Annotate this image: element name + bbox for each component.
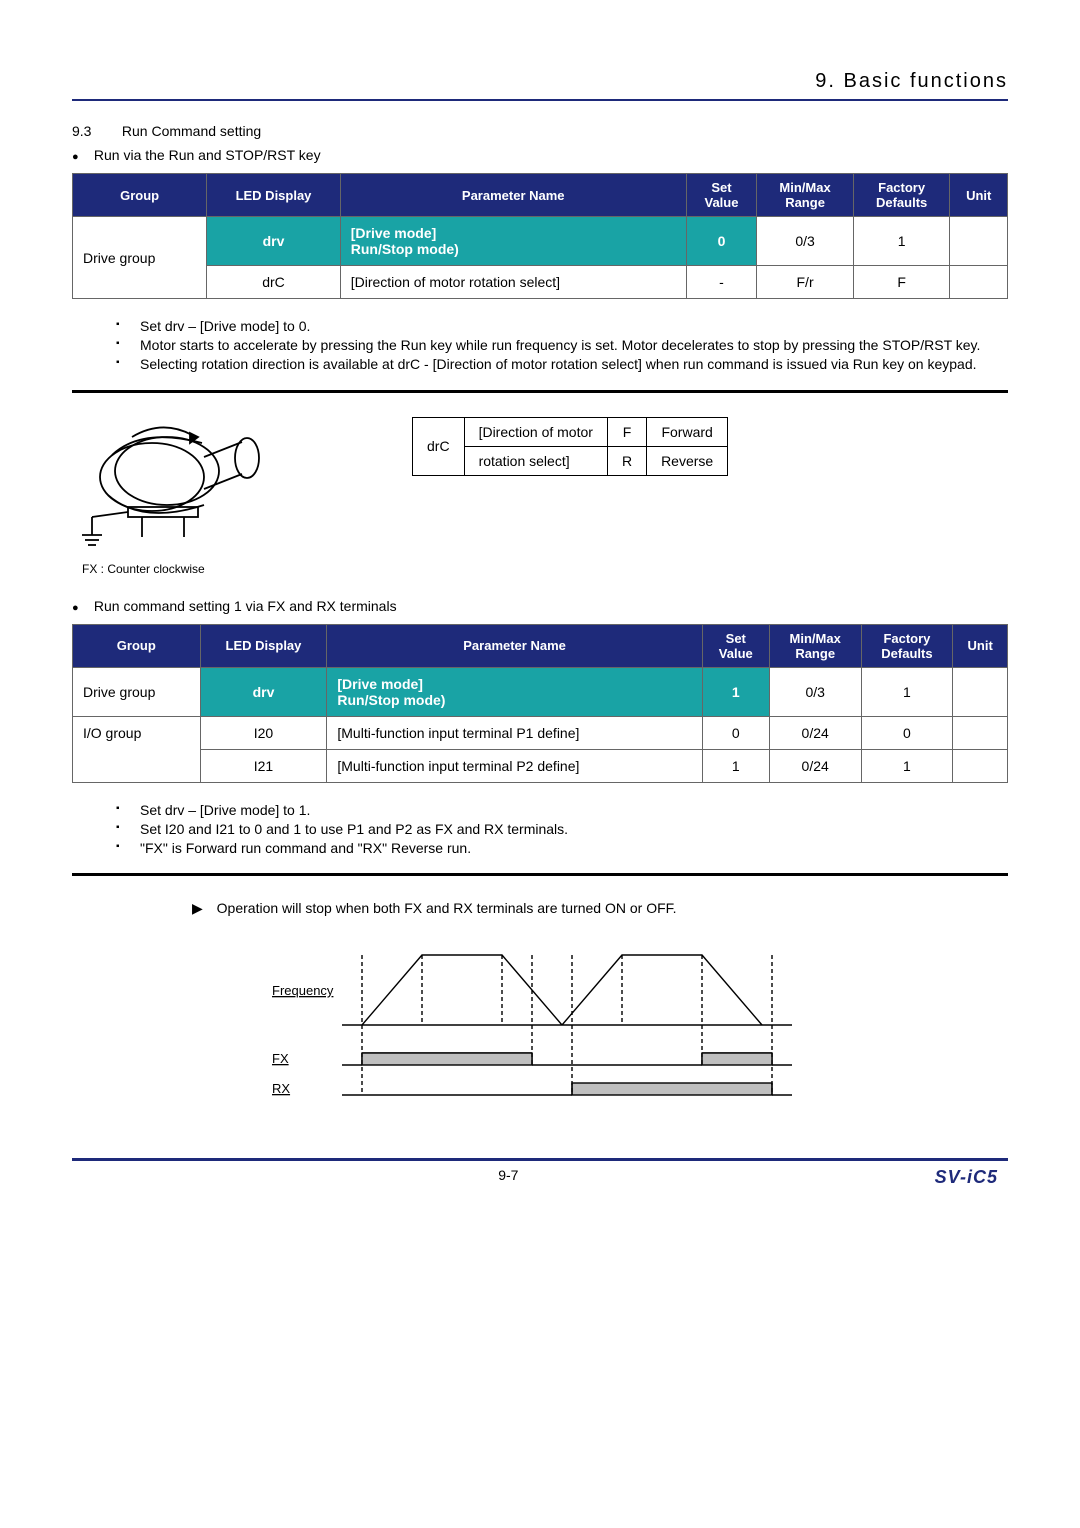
- bullet-fx-rx: ● Run command setting 1 via FX and RX te…: [72, 598, 1008, 614]
- list-item: Motor starts to accelerate by pressing t…: [112, 336, 1008, 354]
- th-unit: Unit: [953, 624, 1008, 667]
- label-fx: FX: [272, 1051, 289, 1066]
- cell-group: Drive group: [73, 667, 201, 716]
- cell-def: 0: [861, 716, 953, 749]
- th-set: Set Value: [686, 174, 757, 217]
- drc-table: drC [Direction of motor F Forward rotati…: [412, 417, 728, 476]
- footer-divider: [72, 1158, 1008, 1161]
- drc-desc-2: rotation select]: [464, 446, 607, 475]
- notes-list-1: Set drv – [Drive mode] to 0. Motor start…: [112, 317, 1008, 374]
- cell-param: [Multi-function input terminal P2 define…: [327, 749, 702, 782]
- cell-range: F/r: [757, 266, 854, 299]
- motor-figure: FX : Counter clockwise: [72, 407, 332, 576]
- cell-set: 0: [686, 217, 757, 266]
- th-range: Min/Max Range: [757, 174, 854, 217]
- model-name: SV-iC5: [935, 1167, 998, 1188]
- cell-set: 1: [702, 667, 769, 716]
- cell-def: F: [853, 266, 950, 299]
- th-group: Group: [73, 624, 201, 667]
- cell-param: [Multi-function input terminal P1 define…: [327, 716, 702, 749]
- th-unit: Unit: [950, 174, 1008, 217]
- th-def: Factory Defaults: [853, 174, 950, 217]
- list-item: Set drv – [Drive mode] to 1.: [112, 801, 1008, 819]
- cell-group: Drive group: [73, 217, 207, 299]
- drc-r: R: [607, 446, 646, 475]
- list-item: Set I20 and I21 to 0 and 1 to use P1 and…: [112, 820, 1008, 838]
- label-frequency: Frequency: [272, 983, 334, 998]
- bullet-text: Run command setting 1 via FX and RX term…: [94, 598, 397, 614]
- cell-set: 1: [702, 749, 769, 782]
- label-rx: RX: [272, 1081, 290, 1096]
- bullet-icon: ●: [72, 602, 90, 614]
- list-item: Set drv – [Drive mode] to 0.: [112, 317, 1008, 335]
- cell-led: drv: [200, 667, 327, 716]
- drc-desc-1: [Direction of motor: [464, 417, 607, 446]
- motor-caption: FX : Counter clockwise: [82, 562, 332, 576]
- cell-unit: [950, 266, 1008, 299]
- section-heading: 9.3 Run Command setting: [72, 123, 1008, 139]
- table-row: Drive group drv [Drive mode] Run/Stop mo…: [73, 217, 1008, 266]
- th-param: Parameter Name: [327, 624, 702, 667]
- divider: [72, 873, 1008, 876]
- drc-f: F: [607, 417, 646, 446]
- cell-group: I/O group: [73, 716, 201, 782]
- bullet-icon: ●: [72, 151, 90, 163]
- parameter-table-2: Group LED Display Parameter Name Set Val…: [72, 624, 1008, 783]
- cell-led: I20: [200, 716, 327, 749]
- drc-reverse: Reverse: [647, 446, 728, 475]
- drc-forward: Forward: [647, 417, 728, 446]
- th-set: Set Value: [702, 624, 769, 667]
- th-group: Group: [73, 174, 207, 217]
- section-number: 9.3: [72, 123, 118, 139]
- th-param: Parameter Name: [340, 174, 686, 217]
- th-def: Factory Defaults: [861, 624, 953, 667]
- cell-range: 0/24: [769, 716, 861, 749]
- cell-range: 0/3: [769, 667, 861, 716]
- cell-unit: [953, 716, 1008, 749]
- cell-led: drv: [207, 217, 340, 266]
- th-range: Min/Max Range: [769, 624, 861, 667]
- drc-code: drC: [413, 417, 465, 475]
- operation-note: ▶ Operation will stop when both FX and R…: [192, 900, 1008, 917]
- cell-def: 1: [861, 667, 953, 716]
- page-number: 9-7: [498, 1167, 518, 1188]
- bullet-run-stop: ● Run via the Run and STOP/RST key: [72, 147, 1008, 163]
- table-row: drC [Direction of motor rotation select]…: [73, 266, 1008, 299]
- th-led: LED Display: [200, 624, 327, 667]
- cell-param: [Drive mode] Run/Stop mode): [327, 667, 702, 716]
- cell-range: 0/24: [769, 749, 861, 782]
- cell-param: [Direction of motor rotation select]: [340, 266, 686, 299]
- cell-set: -: [686, 266, 757, 299]
- table-row: I/O group I20 [Multi-function input term…: [73, 716, 1008, 749]
- table-row: Drive group drv [Drive mode] Run/Stop mo…: [73, 667, 1008, 716]
- operation-note-text: Operation will stop when both FX and RX …: [217, 900, 677, 916]
- cell-unit: [953, 749, 1008, 782]
- list-item: Selecting rotation direction is availabl…: [112, 355, 1008, 373]
- cell-unit: [950, 217, 1008, 266]
- cell-unit: [953, 667, 1008, 716]
- section-title: Run Command setting: [122, 123, 261, 139]
- cell-set: 0: [702, 716, 769, 749]
- timing-diagram: Frequency FX RX: [272, 935, 832, 1128]
- list-item: "FX" is Forward run command and "RX" Rev…: [112, 839, 1008, 857]
- cell-led: drC: [207, 266, 340, 299]
- page-header: 9. Basic functions: [72, 70, 1008, 101]
- divider: [72, 390, 1008, 393]
- table-row: I21 [Multi-function input terminal P2 de…: [73, 749, 1008, 782]
- cell-def: 1: [853, 217, 950, 266]
- bullet-text: Run via the Run and STOP/RST key: [94, 147, 321, 163]
- triangle-icon: ▶: [192, 900, 203, 916]
- cell-led: I21: [200, 749, 327, 782]
- notes-list-2: Set drv – [Drive mode] to 1. Set I20 and…: [112, 801, 1008, 858]
- cell-range: 0/3: [757, 217, 854, 266]
- cell-param: [Drive mode] Run/Stop mode): [340, 217, 686, 266]
- th-led: LED Display: [207, 174, 340, 217]
- cell-def: 1: [861, 749, 953, 782]
- parameter-table-1: Group LED Display Parameter Name Set Val…: [72, 173, 1008, 299]
